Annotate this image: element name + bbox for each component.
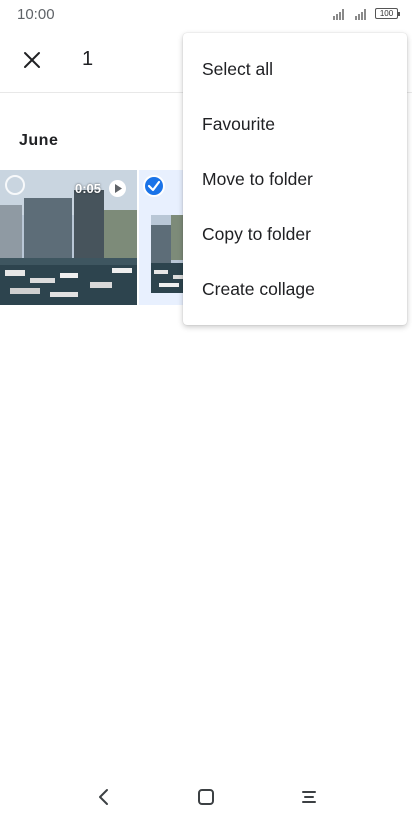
menu-item-label: Create collage [202, 279, 315, 299]
play-icon [109, 180, 126, 197]
back-icon [99, 789, 108, 805]
check-icon [147, 180, 161, 192]
menu-item-move-to-folder[interactable]: Move to folder [183, 153, 407, 208]
video-thumbnail[interactable]: 0:05 [0, 170, 137, 305]
recents-button[interactable] [291, 780, 327, 814]
overflow-menu: Select all Favourite Move to folder Copy… [183, 33, 407, 325]
battery-level: 100 [379, 9, 394, 18]
menu-item-copy-to-folder[interactable]: Copy to folder [183, 208, 407, 263]
close-selection-button[interactable] [12, 40, 52, 80]
battery-icon: 100 [375, 8, 400, 19]
menu-item-select-all[interactable]: Select all [183, 43, 407, 98]
selected-count: 1 [82, 48, 94, 70]
selection-indicator[interactable] [5, 175, 25, 195]
menu-item-label: Select all [202, 59, 274, 79]
recents-icon [302, 791, 316, 803]
menu-item-label: Favourite [202, 114, 275, 134]
status-time: 10:00 [17, 6, 55, 23]
back-button[interactable] [86, 780, 122, 814]
navigation-bar [0, 770, 412, 824]
menu-item-label: Move to folder [202, 169, 313, 189]
selected-checkmark[interactable] [143, 175, 165, 197]
menu-item-label: Copy to folder [202, 224, 311, 244]
home-icon [198, 789, 214, 805]
menu-item-create-collage[interactable]: Create collage [183, 263, 407, 318]
menu-item-favourite[interactable]: Favourite [183, 98, 407, 153]
home-button[interactable] [188, 780, 224, 814]
status-bar: 10:00 100 [0, 0, 412, 30]
section-title: June [19, 132, 59, 149]
video-duration: 0:05 [75, 181, 102, 196]
close-icon [24, 52, 40, 68]
